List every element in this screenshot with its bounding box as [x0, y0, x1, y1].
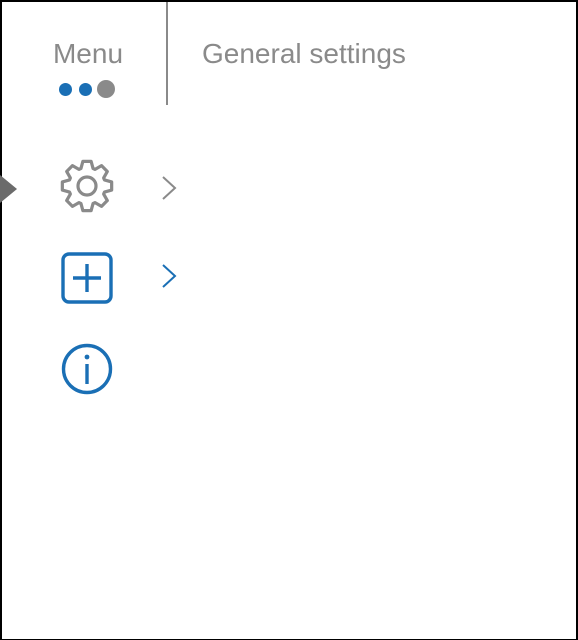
page-indicator: [59, 80, 115, 98]
menu-item-info[interactable]: [2, 336, 202, 406]
menu-item-general-settings[interactable]: [2, 155, 202, 225]
menu-header: Menu: [2, 2, 166, 105]
gear-icon: [60, 159, 114, 213]
header-divider: [166, 2, 168, 105]
chevron-right-icon: [162, 264, 177, 288]
menu-title: Menu: [52, 38, 124, 69]
chevron-right-icon: [162, 176, 177, 200]
menu-item-add[interactable]: [2, 243, 202, 313]
page-dot-3: [97, 80, 115, 98]
section-title: General settings: [202, 38, 406, 69]
page-dot-2: [79, 82, 92, 96]
page-dot-1: [59, 82, 72, 96]
plus-square-icon: [61, 252, 113, 304]
info-circle-icon: [61, 343, 113, 395]
